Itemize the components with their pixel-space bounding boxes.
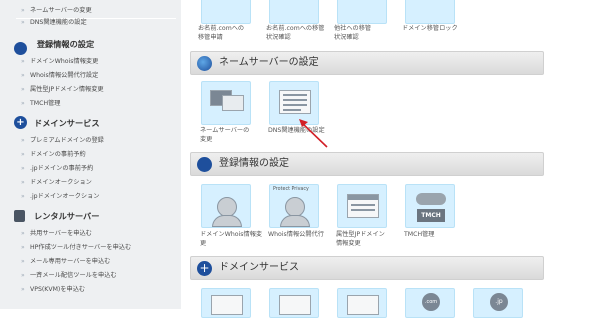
section-title: ドメインサービス xyxy=(219,262,299,273)
tile-caption[interactable]: お名前.comへの移管 状況確認 xyxy=(266,24,336,42)
sidebar-item-jp-preorder[interactable]: .jpドメインの事前予約 xyxy=(0,161,181,176)
jp-auction-icon[interactable]: .jp xyxy=(473,288,523,318)
sidebar-item-jp-auction[interactable]: .jpドメインオークション xyxy=(0,189,181,204)
tile-caption[interactable]: Whois情報公開代行 xyxy=(268,230,338,239)
domain-auction-icon[interactable]: .com xyxy=(405,288,455,318)
section-header-registration: 登録情報の設定 xyxy=(190,152,544,176)
sidebar-heading-label: ドメインサービス xyxy=(34,118,100,128)
tile-label: .jp xyxy=(490,293,508,311)
sidebar: ネームサーバーの変更 DNS関連機能の設定 登録情報の設定 ドメインWhois情… xyxy=(0,0,181,309)
tile-caption[interactable]: ドメインWhois情報変 更 xyxy=(200,230,270,248)
jp-attribute-icon[interactable] xyxy=(337,184,387,228)
section-header-domain-service: + ドメインサービス xyxy=(190,256,544,280)
tile-caption[interactable]: 属性型JPドメイン 情報変更 xyxy=(336,230,406,248)
sidebar-item-whois-privacy[interactable]: Whois情報公開代行設定 xyxy=(0,68,181,83)
plus-circle-icon: + xyxy=(14,116,27,129)
tile-caption[interactable]: 他社への移管 状況確認 xyxy=(334,24,404,42)
sidebar-item-tmch[interactable]: TMCH管理 xyxy=(0,96,181,111)
sidebar-item-auction[interactable]: ドメインオークション xyxy=(0,175,181,190)
globe-icon xyxy=(197,56,212,71)
sidebar-item-vps[interactable]: VPS(KVM)を申込む xyxy=(0,282,181,297)
sidebar-item-mail-server[interactable]: メール専用サーバーを申込む xyxy=(0,254,181,269)
whois-privacy-icon[interactable]: Protect Privacy xyxy=(269,184,319,228)
tile-caption[interactable]: ネームサーバーの 変更 xyxy=(200,126,270,144)
sidebar-heading-rental-server: レンタルサーバー xyxy=(0,205,181,227)
whois-change-icon[interactable] xyxy=(201,184,251,228)
plus-circle-icon: + xyxy=(197,261,212,276)
tile-caption[interactable]: ドメイン移管ロック xyxy=(402,24,472,33)
sidebar-item-preorder[interactable]: ドメインの事前予約 xyxy=(0,147,181,162)
sidebar-item-dns-settings[interactable]: DNS関連機能の設定 xyxy=(0,15,181,30)
sidebar-item-shared-server[interactable]: 共用サーバーを申込む xyxy=(0,226,181,241)
sidebar-item-jp-attribute[interactable]: 属性型JPドメイン情報変更 xyxy=(0,82,181,97)
transfer-request-icon[interactable] xyxy=(201,0,251,24)
sidebar-item-hp-server[interactable]: HP作成ツール付きサーバーを申込む xyxy=(0,240,181,255)
transfer-status-icon[interactable] xyxy=(269,0,319,24)
transfer-lock-icon[interactable] xyxy=(405,0,455,24)
sidebar-heading-label: レンタルサーバー xyxy=(34,211,100,221)
jp-preorder-icon[interactable] xyxy=(337,288,387,318)
tmch-key-icon[interactable]: TMCH xyxy=(405,184,455,228)
user-cycle-icon xyxy=(197,157,212,172)
tile-caption[interactable]: お名前.comへの 移管申請 xyxy=(198,24,268,42)
sidebar-heading-registration: 登録情報の設定 xyxy=(0,33,181,55)
tile-label: .com xyxy=(422,293,440,311)
sidebar-item-whois-change[interactable]: ドメインWhois情報変更 xyxy=(0,54,181,69)
server-icon xyxy=(14,210,25,222)
transfer-out-status-icon[interactable] xyxy=(337,0,387,24)
arrow-annotation-icon xyxy=(299,119,328,148)
section-title: ネームサーバーの設定 xyxy=(219,57,319,68)
sidebar-item-premium[interactable]: プレミアムドメインの登録 xyxy=(0,133,181,148)
domain-preorder-icon[interactable] xyxy=(269,288,319,318)
sidebar-heading-label: 登録情報の設定 xyxy=(36,39,95,49)
nameserver-change-icon[interactable] xyxy=(201,81,251,125)
tile-label: Protect Privacy xyxy=(273,187,309,192)
tile-caption[interactable]: TMCH管理 xyxy=(404,230,474,239)
sidebar-heading-domain-service: + ドメインサービス xyxy=(0,112,181,134)
section-header-nameserver: ネームサーバーの設定 xyxy=(190,51,544,75)
premium-domain-icon[interactable] xyxy=(201,288,251,318)
section-title: 登録情報の設定 xyxy=(219,158,289,169)
tile-label: TMCH xyxy=(417,209,445,222)
sidebar-item-bulk-mail[interactable]: 一斉メール配信ツールを申込む xyxy=(0,268,181,283)
